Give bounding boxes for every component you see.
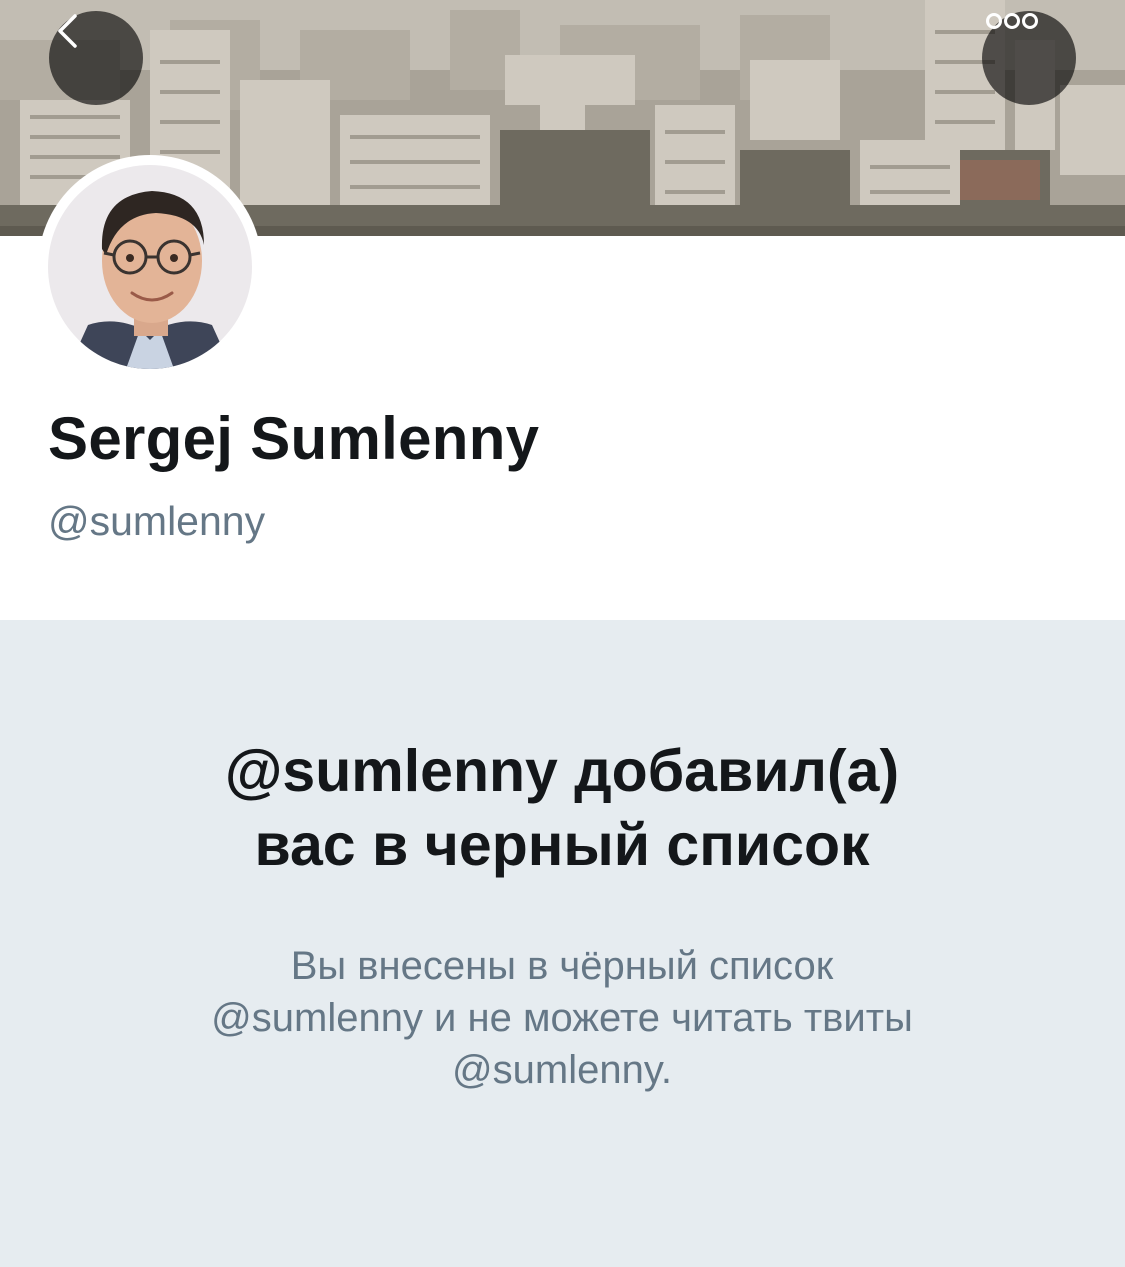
blocked-title-line-2: вас в черный список (254, 812, 870, 878)
profile-display-name: Sergej Sumlenny (48, 405, 540, 472)
profile-avatar[interactable] (38, 155, 262, 379)
blocked-title: @sumlenny добавил(а) вас в черный список (62, 734, 1062, 882)
avatar-photo (48, 165, 252, 369)
more-options-button[interactable] (982, 11, 1076, 105)
profile-handle: @sumlenny (48, 498, 266, 544)
blocked-message-line-1: Вы внесены в чёрный список (290, 944, 834, 988)
blocked-title-line-1: @sumlenny добавил(а) (224, 738, 900, 804)
more-dots-icon (986, 13, 1038, 29)
blocked-message: Вы внесены в чёрный список @sumlenny и н… (112, 940, 1012, 1096)
blocked-message-line-3: @sumlenny. (452, 1048, 672, 1092)
chevron-left-icon (58, 14, 77, 48)
back-button[interactable] (49, 11, 143, 105)
blocked-message-line-2: @sumlenny и не можете читать твиты (211, 996, 913, 1040)
